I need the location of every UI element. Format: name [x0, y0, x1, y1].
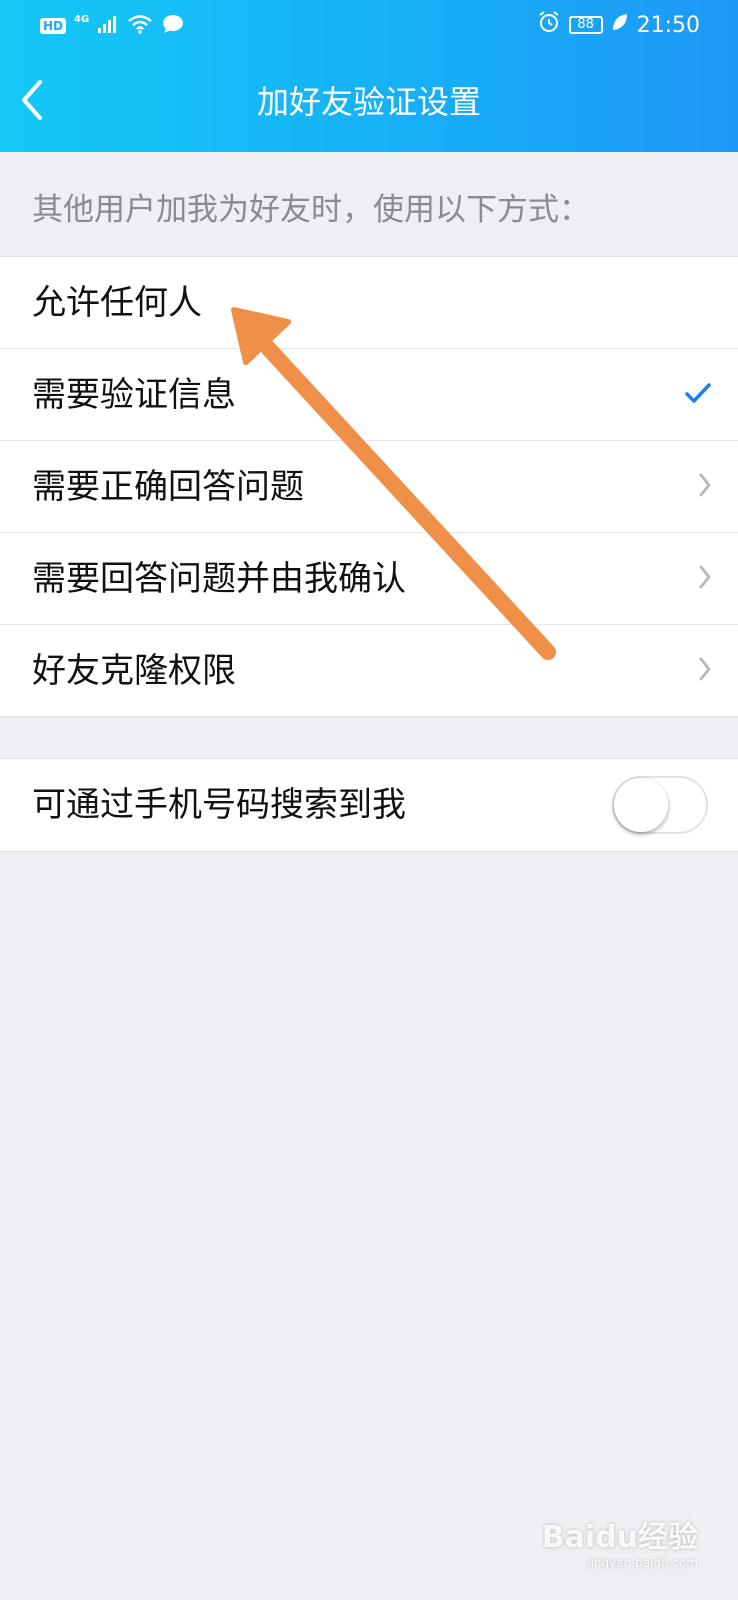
- option-correct-answer[interactable]: 需要正确回答问题: [0, 441, 738, 533]
- title-bar: HD 4G 88 21:50 加好友验证设置: [0, 0, 738, 152]
- message-icon: [161, 14, 185, 38]
- option-label: 需要正确回答问题: [32, 466, 304, 507]
- phone-search-label: 可通过手机号码搜索到我: [32, 785, 406, 825]
- option-answer-and-confirm[interactable]: 需要回答问题并由我确认: [0, 533, 738, 625]
- toggle-knob: [614, 778, 668, 832]
- chevron-right-icon: [698, 564, 712, 594]
- chevron-right-icon: [698, 472, 712, 502]
- checkmark-icon: [684, 382, 712, 408]
- status-bar-left: HD 4G: [40, 14, 185, 38]
- hd-badge: HD: [40, 18, 67, 34]
- alarm-icon: [537, 10, 561, 40]
- option-label: 好友克隆权限: [32, 650, 236, 691]
- page-title: 加好友验证设置: [256, 83, 481, 121]
- verification-options: 允许任何人 需要验证信息 需要正确回答问题 需要回答问题并由我确认 好友克隆权限: [0, 256, 738, 717]
- battery-level: 88: [577, 17, 594, 32]
- option-label: 需要验证信息: [32, 374, 236, 415]
- option-label: 允许任何人: [32, 282, 202, 323]
- section-hint: 其他用户加我为好友时，使用以下方式：: [32, 192, 590, 228]
- battery-icon: 88: [568, 16, 603, 34]
- signal-icon: [97, 14, 119, 38]
- phone-search-group: 可通过手机号码搜索到我: [0, 758, 738, 852]
- clock-time: 21:50: [636, 12, 700, 38]
- option-label: 需要回答问题并由我确认: [32, 558, 406, 599]
- phone-search-row: 可通过手机号码搜索到我: [0, 759, 738, 851]
- option-friend-clone-permission[interactable]: 好友克隆权限: [0, 625, 738, 716]
- network-type: 4G: [74, 13, 90, 25]
- option-allow-anyone[interactable]: 允许任何人: [0, 257, 738, 349]
- status-bar-right: 88 21:50: [537, 10, 700, 40]
- chevron-right-icon: [698, 656, 712, 686]
- watermark-logo: Baidu经验: [541, 1520, 698, 1555]
- watermark-url: jingyan.baidu.com: [587, 1556, 698, 1570]
- wifi-icon: [127, 14, 153, 38]
- leaf-icon: [611, 12, 629, 38]
- watermark: Baidu经验 jingyan.baidu.com: [542, 1512, 698, 1570]
- option-require-verification[interactable]: 需要验证信息: [0, 349, 738, 441]
- phone-search-toggle[interactable]: [612, 776, 708, 834]
